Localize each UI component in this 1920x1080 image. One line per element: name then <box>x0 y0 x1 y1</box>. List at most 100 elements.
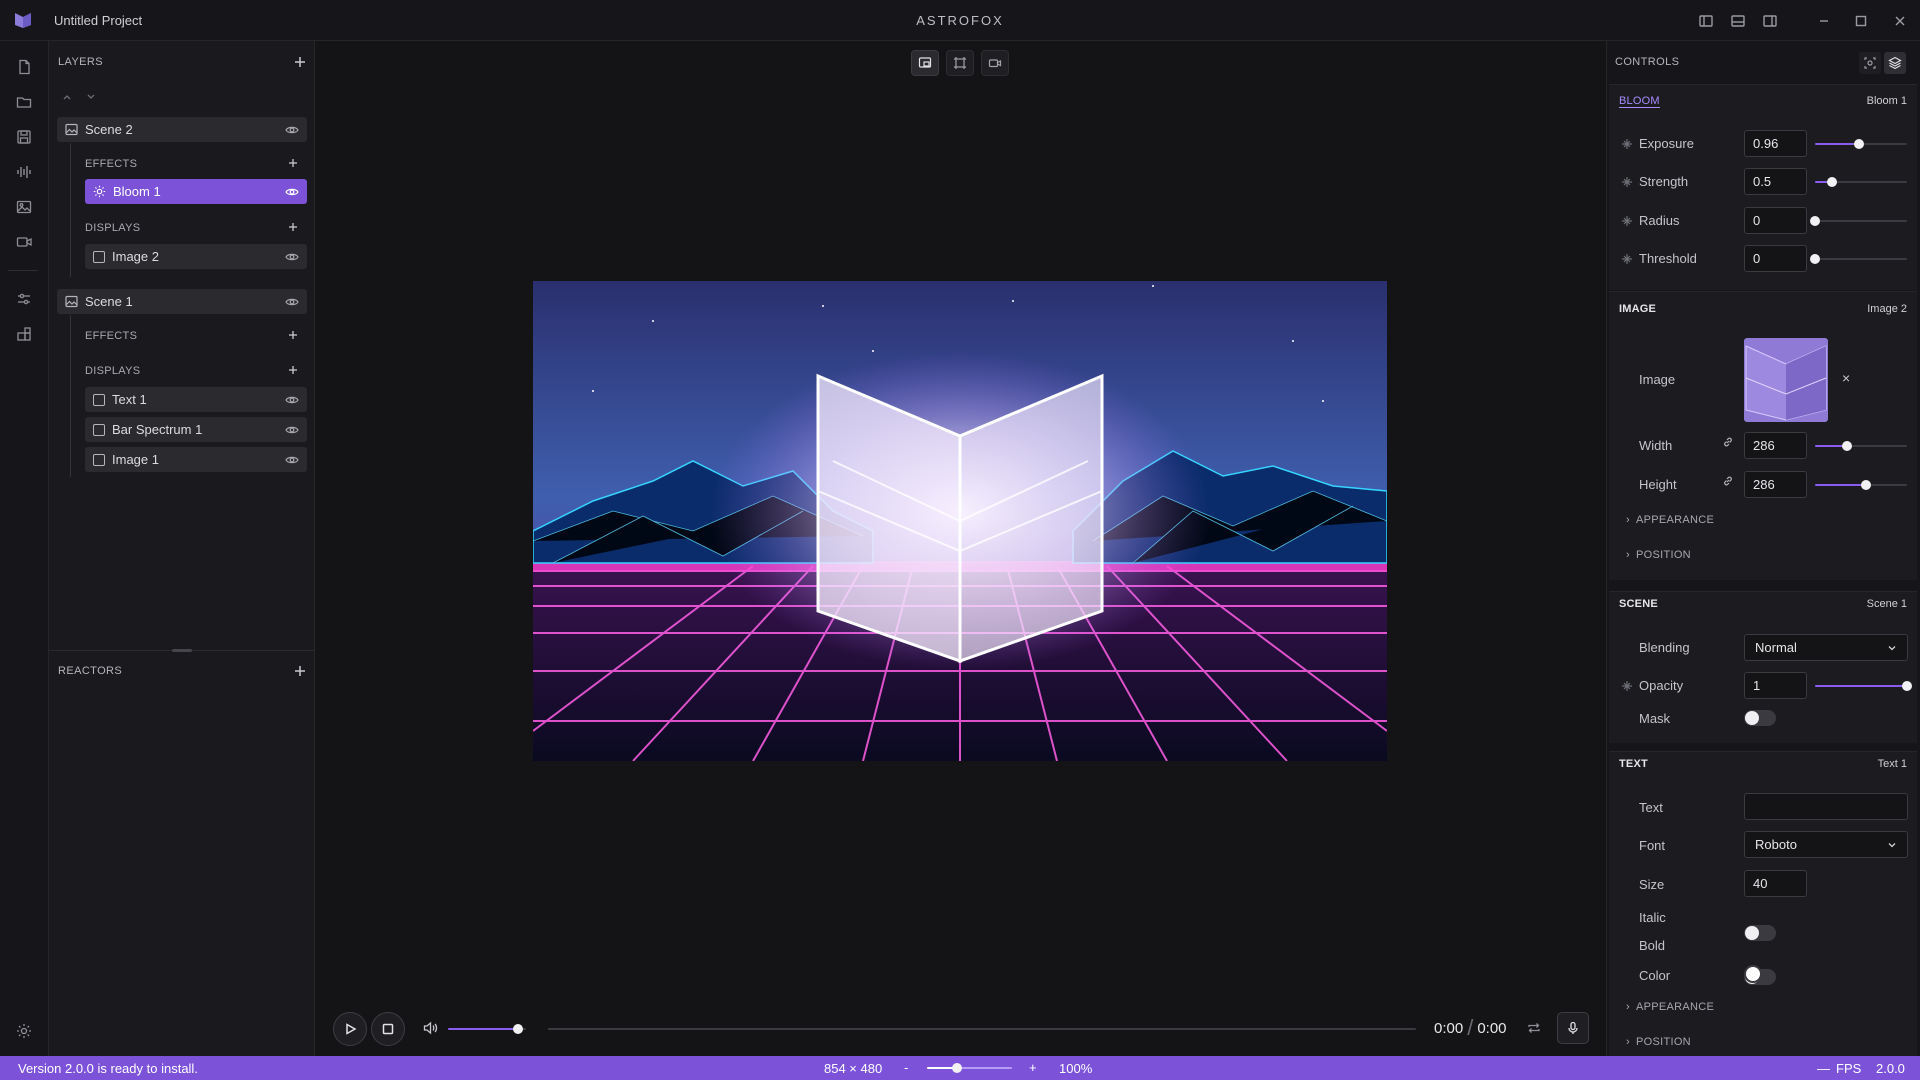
move-up-icon[interactable] <box>61 91 73 103</box>
mask-toggle[interactable] <box>1744 710 1776 726</box>
image-section-title: IMAGE <box>1619 303 1657 315</box>
move-down-icon[interactable] <box>85 91 97 103</box>
add-display-plus-icon[interactable] <box>286 363 300 377</box>
maximize-icon[interactable] <box>1852 12 1870 30</box>
link-icon[interactable] <box>1722 436 1734 448</box>
effect-row-bloom-1[interactable]: Bloom 1 <box>85 179 307 204</box>
opacity-slider[interactable] <box>1815 678 1912 694</box>
scene-label: Scene 2 <box>85 122 133 137</box>
add-scene-plus-icon[interactable] <box>293 55 307 69</box>
checkbox-icon[interactable] <box>93 393 105 406</box>
display-row-image-1[interactable]: Image 1 <box>85 447 307 472</box>
stop-button[interactable] <box>371 1012 405 1046</box>
opacity-input[interactable]: 1 <box>1744 672 1807 699</box>
zoom-slider[interactable] <box>927 1060 1012 1076</box>
plugins-icon[interactable] <box>15 325 33 343</box>
appearance-collapse[interactable]: › APPEARANCE <box>1626 514 1714 526</box>
bloom-field-input[interactable]: 0 <box>1744 245 1807 272</box>
keyframe-icon[interactable] <box>1621 680 1633 692</box>
timeline-progress[interactable] <box>548 1021 1416 1037</box>
view-camera-button[interactable] <box>981 50 1009 76</box>
display-row-image-2[interactable]: Image 2 <box>85 244 307 269</box>
effects-heading: EFFECTS <box>85 158 138 170</box>
blending-select[interactable]: Normal <box>1744 634 1908 661</box>
add-display-plus-icon[interactable] <box>286 220 300 234</box>
time-total: 0:00 <box>1477 1019 1507 1037</box>
toggle-right-panel-icon[interactable] <box>1761 12 1779 30</box>
scene-row-scene-1[interactable]: Scene 1 <box>57 289 307 314</box>
color-swatch[interactable] <box>1744 965 1762 983</box>
zoom-level: 100% <box>1059 1061 1093 1076</box>
eye-icon[interactable] <box>285 250 299 264</box>
repeat-icon[interactable] <box>1526 1020 1542 1036</box>
checkbox-icon[interactable] <box>93 453 105 466</box>
bloom-field-slider[interactable] <box>1810 251 1907 267</box>
effects-heading: EFFECTS <box>85 330 138 342</box>
eye-icon[interactable] <box>285 423 299 437</box>
italic-toggle[interactable] <box>1744 925 1776 941</box>
appearance-collapse[interactable]: › APPEARANCE <box>1626 1001 1714 1013</box>
view-fit-button[interactable] <box>911 50 939 76</box>
bloom-field-slider[interactable] <box>1810 213 1907 229</box>
bloom-section-title: BLOOM <box>1619 95 1660 108</box>
bloom-field-slider[interactable] <box>1815 136 1907 152</box>
update-message[interactable]: Version 2.0.0 is ready to install. <box>18 1061 198 1076</box>
width-input[interactable]: 286 <box>1744 432 1807 459</box>
sliders-icon[interactable] <box>15 290 33 308</box>
zoom-out-button[interactable]: - <box>904 1060 908 1075</box>
layers-toggle-button[interactable] <box>1884 52 1906 74</box>
focus-toggle-button[interactable] <box>1859 52 1881 74</box>
eye-icon[interactable] <box>285 393 299 407</box>
view-frame-button[interactable] <box>946 50 974 76</box>
width-slider[interactable] <box>1815 438 1907 454</box>
height-input[interactable]: 286 <box>1744 471 1807 498</box>
volume-icon[interactable] <box>422 1020 438 1036</box>
add-effect-plus-icon[interactable] <box>286 328 300 342</box>
remove-image-icon[interactable]: × <box>1842 370 1850 386</box>
position-collapse[interactable]: › POSITION <box>1626 1036 1691 1048</box>
open-folder-icon[interactable] <box>15 93 33 111</box>
image-thumbnail[interactable] <box>1744 338 1828 422</box>
video-camera-icon[interactable] <box>15 233 33 251</box>
checkbox-icon[interactable] <box>93 423 105 436</box>
settings-gear-icon[interactable] <box>15 1022 33 1040</box>
new-file-icon[interactable] <box>15 58 33 76</box>
keyframe-icon[interactable] <box>1621 176 1633 188</box>
text-input[interactable] <box>1744 793 1908 820</box>
bloom-field-input[interactable]: 0.5 <box>1744 168 1807 195</box>
keyframe-icon[interactable] <box>1621 138 1633 150</box>
height-slider[interactable] <box>1815 477 1907 493</box>
keyframe-icon[interactable] <box>1621 253 1633 265</box>
size-input[interactable]: 40 <box>1744 870 1807 897</box>
keyframe-icon[interactable] <box>1621 215 1633 227</box>
display-row-bar-spectrum-1[interactable]: Bar Spectrum 1 <box>85 417 307 442</box>
zoom-in-button[interactable]: + <box>1029 1060 1037 1075</box>
link-icon[interactable] <box>1722 475 1734 487</box>
bloom-field-input[interactable]: 0 <box>1744 207 1807 234</box>
position-collapse[interactable]: › POSITION <box>1626 549 1691 561</box>
eye-icon[interactable] <box>285 295 299 309</box>
minimize-icon[interactable] <box>1815 12 1833 30</box>
add-effect-plus-icon[interactable] <box>286 156 300 170</box>
checkbox-icon[interactable] <box>93 250 105 263</box>
volume-slider[interactable] <box>448 1021 526 1037</box>
audio-waveform-icon[interactable] <box>15 163 33 181</box>
eye-icon[interactable] <box>285 185 299 199</box>
close-icon[interactable] <box>1891 12 1909 30</box>
play-button[interactable] <box>333 1012 367 1046</box>
toggle-left-panel-icon[interactable] <box>1697 12 1715 30</box>
eye-icon[interactable] <box>285 123 299 137</box>
save-icon[interactable] <box>15 128 33 146</box>
bloom-field-input[interactable]: 0.96 <box>1744 130 1807 157</box>
image-icon[interactable] <box>15 198 33 216</box>
microphone-button[interactable] <box>1557 1012 1589 1044</box>
bloom-field-slider[interactable] <box>1815 174 1907 190</box>
display-row-text-1[interactable]: Text 1 <box>85 387 307 412</box>
toggle-bottom-panel-icon[interactable] <box>1729 12 1747 30</box>
font-select[interactable]: Roboto <box>1744 831 1908 858</box>
scene-row-scene-2[interactable]: Scene 2 <box>57 117 307 142</box>
add-reactor-plus-icon[interactable] <box>293 664 307 678</box>
eye-icon[interactable] <box>285 453 299 467</box>
displays-heading: DISPLAYS <box>85 222 141 234</box>
resize-handle[interactable] <box>172 649 192 652</box>
